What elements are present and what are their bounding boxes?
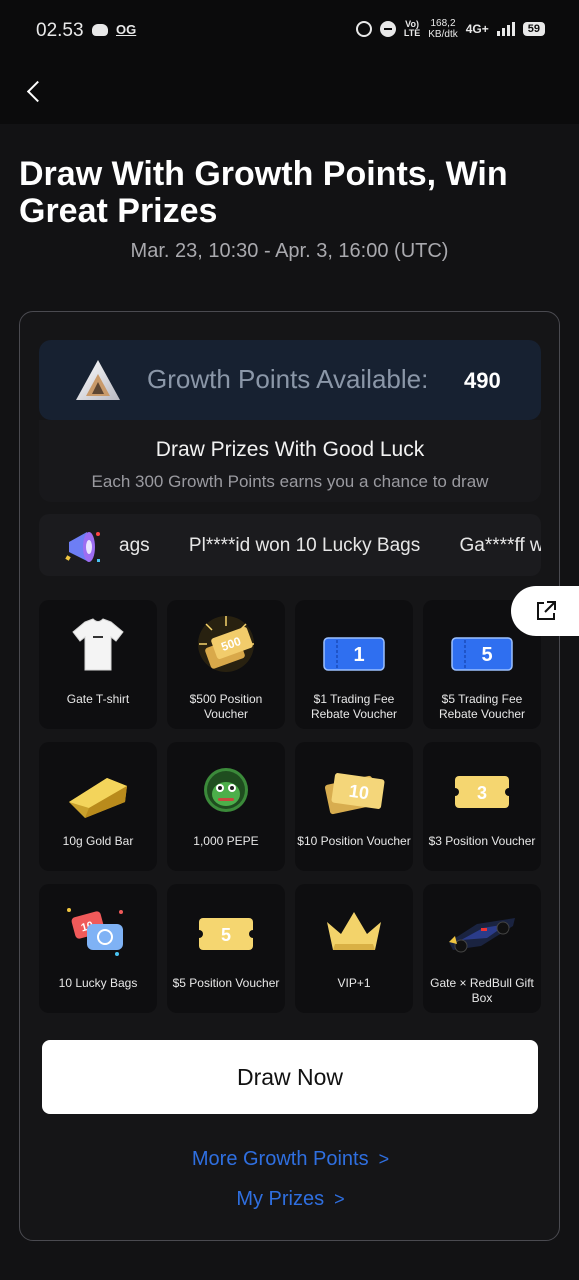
prize-card[interactable]: 10 $10 Position Voucher	[295, 742, 413, 871]
prize-card[interactable]: 10g Gold Bar	[39, 742, 157, 871]
growth-points-card: Growth Points Available: 490	[39, 340, 541, 420]
gold-bar-icon	[69, 778, 127, 818]
share-external-icon	[537, 601, 556, 620]
prize-label: $500 Position Voucher	[189, 692, 263, 721]
svg-text:5: 5	[221, 925, 231, 945]
share-button[interactable]	[511, 586, 579, 636]
prize-label: 10g Gold Bar	[62, 834, 134, 848]
draw-info-title: Draw Prizes With Good Luck	[155, 438, 425, 461]
prize-card[interactable]: 1 $1 Trading Fee Rebate Voucher	[295, 600, 413, 729]
discord-icon	[92, 24, 108, 36]
prize-label: $1 Trading Fee Rebate Voucher	[310, 692, 398, 721]
voucher-10-icon: 10	[324, 773, 385, 815]
prize-grid: Gate T-shirt 500 $500 Position Voucher 1…	[39, 600, 543, 1013]
lucky-bag-icon: 10	[67, 908, 123, 956]
voucher-5-icon: 5	[195, 918, 257, 950]
gate-logo-icon	[76, 360, 120, 400]
battery-icon: 59	[522, 22, 545, 36]
rebate-voucher-icon: 1	[323, 637, 385, 671]
prize-label: Gate T-shirt	[66, 692, 130, 706]
app-bar	[0, 62, 579, 124]
my-prizes-label: My Prizes	[236, 1188, 325, 1210]
prize-card[interactable]: 5 $5 Position Voucher	[167, 884, 285, 1013]
growth-points-value: 490	[464, 368, 501, 393]
og-notification-icon: OG	[116, 22, 137, 37]
prize-label: Gate × RedBull Gift Box	[430, 976, 534, 1005]
prize-label: $3 Position Voucher	[428, 834, 536, 848]
prize-label: $10 Position Voucher	[297, 834, 411, 848]
svg-text:1: 1	[353, 644, 364, 666]
prize-card[interactable]: Gate T-shirt	[39, 600, 157, 729]
network-speed: 168,2 KB/dtk	[428, 18, 458, 40]
rebate-voucher-icon: 5	[451, 637, 513, 671]
draw-now-button[interactable]: Draw Now	[42, 1040, 538, 1114]
prize-label: 10 Lucky Bags	[58, 976, 138, 990]
prize-label: VIP+1	[337, 976, 371, 990]
alarm-icon	[355, 21, 372, 37]
prize-card[interactable]: VIP+1	[295, 884, 413, 1013]
svg-text:5: 5	[481, 644, 492, 666]
more-growth-points-label: More Growth Points	[191, 1148, 369, 1170]
prize-card[interactable]: 3 $3 Position Voucher	[423, 742, 541, 871]
crown-icon	[327, 912, 381, 950]
voucher-500-icon: 500	[198, 616, 254, 672]
prize-label: $5 Position Voucher	[172, 976, 280, 990]
event-date-range: Mar. 23, 10:30 - Apr. 3, 16:00 (UTC)	[130, 240, 449, 262]
winners-ticker: ags Pl****id won 10 Lucky Bags Ga****ff …	[39, 514, 541, 576]
prize-label: 1,000 PEPE	[193, 834, 259, 848]
prize-card[interactable]: 1,000 PEPE	[167, 742, 285, 871]
ticker-item: Pl****id won 10 Lucky Bags	[188, 535, 421, 556]
network-type: 4G+	[465, 22, 489, 36]
chevron-right-icon: >	[334, 1189, 345, 1209]
chevron-right-icon: >	[378, 1149, 390, 1169]
page-title: Draw With Growth Points, Win Great Prize…	[19, 155, 508, 230]
svg-text:3: 3	[477, 783, 487, 803]
my-prizes-link[interactable]: My Prizes >	[20, 1188, 561, 1211]
more-growth-points-link[interactable]: More Growth Points >	[20, 1148, 561, 1171]
megaphone-icon	[61, 524, 107, 568]
do-not-disturb-icon	[379, 21, 396, 37]
ticker-item: ags	[119, 535, 150, 556]
status-time: 02.53	[36, 20, 84, 41]
prize-card[interactable]: 10 10 Lucky Bags	[39, 884, 157, 1013]
lucky-draw-panel: Growth Points Available: 490 Draw Prizes…	[19, 311, 560, 1241]
growth-points-label: Growth Points Available:	[147, 364, 429, 394]
prize-card[interactable]: Gate × RedBull Gift Box	[423, 884, 541, 1013]
draw-info: Draw Prizes With Good Luck Each 300 Grow…	[39, 420, 541, 502]
pepe-coin-icon	[204, 768, 248, 812]
draw-info-description: Each 300 Growth Points earns you a chanc…	[91, 472, 489, 491]
signal-icon	[496, 22, 515, 36]
ticker-text: ags Pl****id won 10 Lucky Bags Ga****ff …	[119, 535, 541, 557]
status-bar: 02.53 OG Vo) LTE 168,2 KB/dtk 4G+ 59	[0, 0, 579, 62]
voucher-3-icon: 3	[451, 776, 513, 808]
ticker-item: Ga****ff w	[459, 535, 541, 556]
svg-text:10: 10	[348, 781, 371, 804]
tshirt-icon	[72, 618, 124, 671]
prize-label: $5 Trading Fee Rebate Voucher	[438, 692, 526, 721]
back-chevron-icon[interactable]	[24, 80, 46, 102]
prize-card[interactable]: 500 $500 Position Voucher	[167, 600, 285, 729]
volte-indicator: Vo) LTE	[403, 19, 421, 38]
race-car-icon	[449, 918, 515, 953]
status-indicators: Vo) LTE 168,2 KB/dtk 4G+ 59	[355, 18, 545, 40]
